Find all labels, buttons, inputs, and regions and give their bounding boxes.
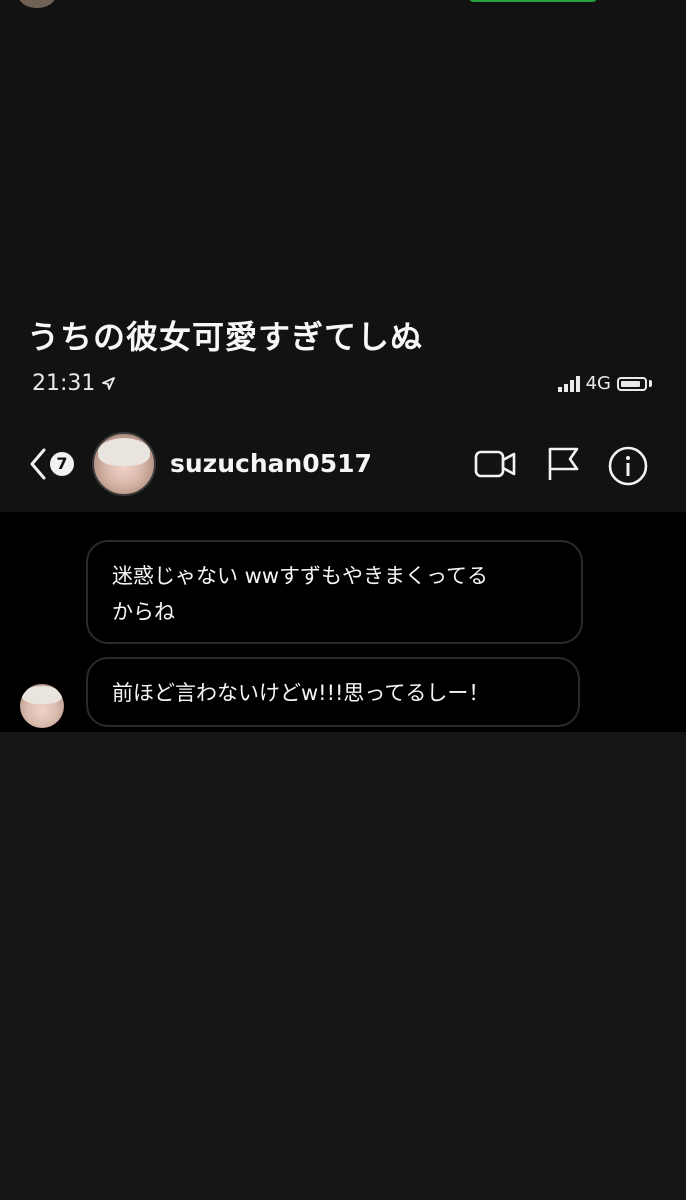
- username[interactable]: suzuchan0517: [170, 449, 372, 478]
- location-arrow-icon: [102, 377, 116, 390]
- message-text-line: 前ほど言わないけどw!!!思ってるしー！: [112, 681, 490, 705]
- unread-count-badge: 7: [50, 452, 74, 476]
- sender-avatar[interactable]: [20, 684, 64, 728]
- cellular-signal-icon: [557, 375, 580, 392]
- battery-icon: [617, 376, 647, 391]
- info-icon[interactable]: [607, 445, 649, 487]
- chevron-left-icon: [30, 448, 46, 480]
- top-green-button[interactable]: [468, 0, 598, 2]
- back-button[interactable]: 7: [28, 447, 74, 481]
- dm-header: 7 suzuchan0517: [0, 420, 686, 512]
- story-caption: うちの彼女可愛すぎてしぬ: [27, 318, 424, 356]
- status-indicators: 4G: [557, 373, 652, 394]
- avatar-hair: [22, 686, 62, 704]
- message-text-line: 迷惑じゃない wwすずもやきまくってる: [112, 564, 488, 588]
- top-partial-avatar: [18, 0, 56, 8]
- flag-icon[interactable]: [544, 445, 582, 483]
- status-time: 21:31: [32, 371, 96, 396]
- battery-tip: [649, 380, 652, 387]
- message-text-line: からね: [112, 600, 175, 624]
- status-time-group: 21:31: [32, 371, 116, 396]
- avatar[interactable]: [92, 432, 156, 496]
- avatar-hair: [98, 438, 150, 466]
- message-bubble[interactable]: 前ほど言わないけどw!!!思ってるしー！: [86, 657, 580, 727]
- message-bubble[interactable]: 迷惑じゃない wwすずもやきまくってる からね: [86, 540, 583, 644]
- message-thread: 迷惑じゃない wwすずもやきまくってる からね 前ほど言わないけどw!!!思って…: [0, 512, 686, 732]
- empty-lower-area: [0, 732, 686, 1200]
- video-camera-icon[interactable]: [473, 445, 517, 483]
- network-type: 4G: [585, 373, 611, 394]
